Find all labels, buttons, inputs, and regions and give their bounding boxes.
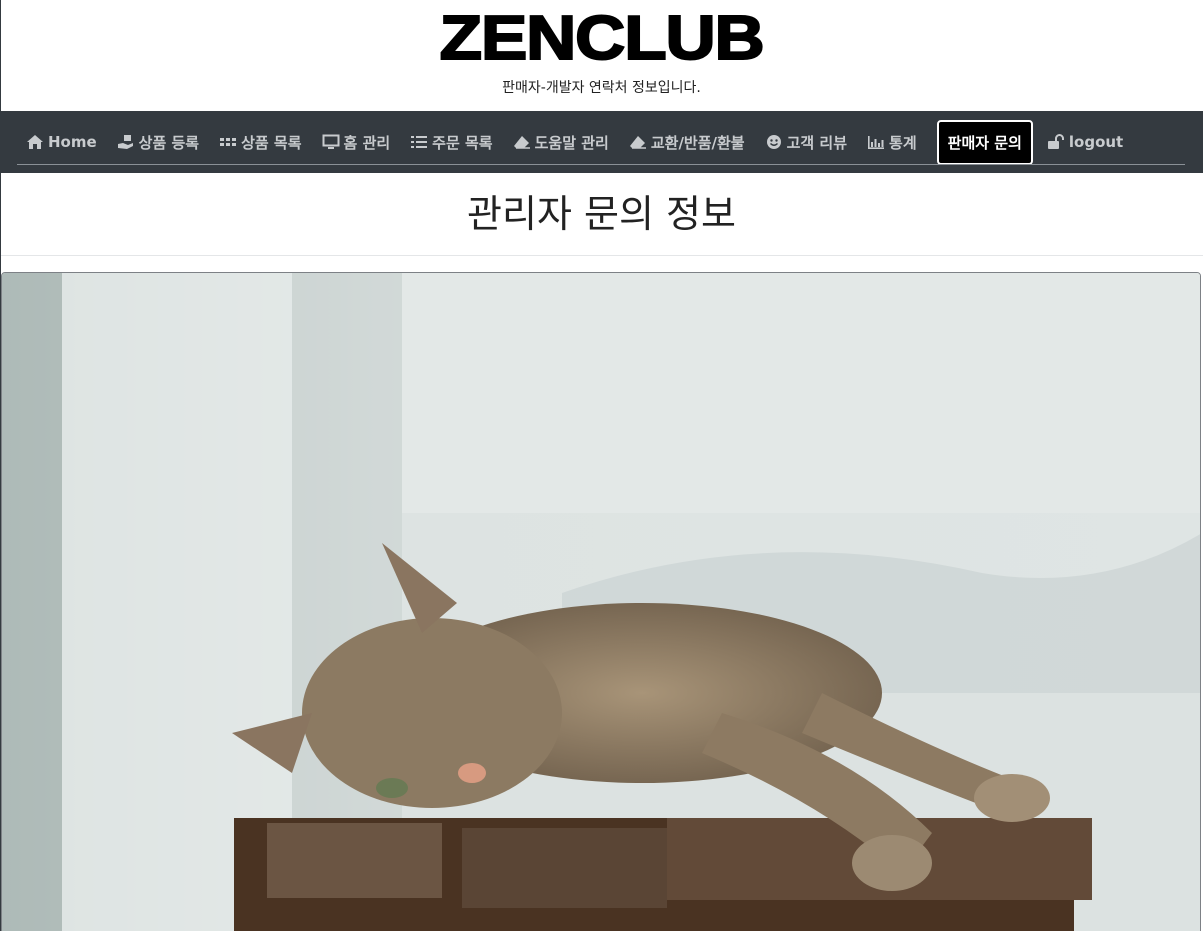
page-title-bar: 관리자 문의 정보 [0, 173, 1203, 256]
eraser-icon [513, 134, 531, 150]
nav-item-customer-review[interactable]: 고객 리뷰 [765, 132, 847, 153]
monitor-icon [322, 134, 340, 150]
nav-item-exchange-return[interactable]: 교환/반품/환불 [629, 132, 745, 153]
nav-item-help-manage[interactable]: 도움말 관리 [513, 132, 609, 153]
nav-item-label: 고객 리뷰 [786, 133, 848, 152]
nav-item-label: 도움말 관리 [534, 133, 609, 152]
brand-header: ZENCLUB 판매자-개발자 연락처 정보입니다. [0, 0, 1203, 111]
nav-item-logout[interactable]: logout [1047, 133, 1123, 151]
nav-item-home[interactable]: Home [26, 133, 97, 151]
nav-item-label: 교환/반품/환불 [650, 133, 745, 152]
cat-photo [1, 272, 1201, 931]
home-icon [26, 134, 44, 150]
site-logo[interactable]: ZENCLUB [438, 7, 765, 71]
list-icon [410, 134, 428, 150]
nav-item-seller-inquiry[interactable]: 판매자 문의 [936, 119, 1033, 165]
nav-item-label: 통계 [889, 133, 917, 152]
grid-icon [219, 134, 237, 150]
site-subtitle: 판매자-개발자 연락처 정보입니다. [502, 80, 701, 96]
nav-item-label: 홈 관리 [343, 133, 391, 152]
nav-item-product-list[interactable]: 상품 목록 [219, 132, 302, 153]
nav-item-order-list[interactable]: 주문 목록 [410, 132, 493, 153]
nav-item-label: Home [48, 133, 97, 151]
nav-item-home-manage[interactable]: 홈 관리 [322, 132, 391, 153]
smile-icon [765, 134, 783, 150]
page-title: 관리자 문의 정보 [467, 192, 736, 236]
chart-icon [867, 134, 885, 150]
nav-divider [17, 164, 1185, 165]
nav-item-label: 주문 목록 [432, 133, 493, 152]
nav-item-label: 상품 목록 [241, 133, 302, 152]
nav-menu: Home 상품 등록 상품 목록 홈 관리 주문 목록 도움말 관리 교환/반품… [26, 119, 1143, 165]
nav-item-statistics[interactable]: 통계 [867, 132, 917, 153]
unlock-icon [1047, 134, 1065, 150]
nav-item-label: 판매자 문의 [947, 133, 1022, 152]
hand-box-icon [117, 134, 135, 150]
nav-item-label: logout [1068, 133, 1124, 151]
nav-item-product-register[interactable]: 상품 등록 [117, 132, 199, 153]
top-navbar: Home 상품 등록 상품 목록 홈 관리 주문 목록 도움말 관리 교환/반품… [0, 111, 1203, 173]
nav-item-label: 상품 등록 [138, 133, 200, 152]
eraser-icon [629, 134, 647, 150]
